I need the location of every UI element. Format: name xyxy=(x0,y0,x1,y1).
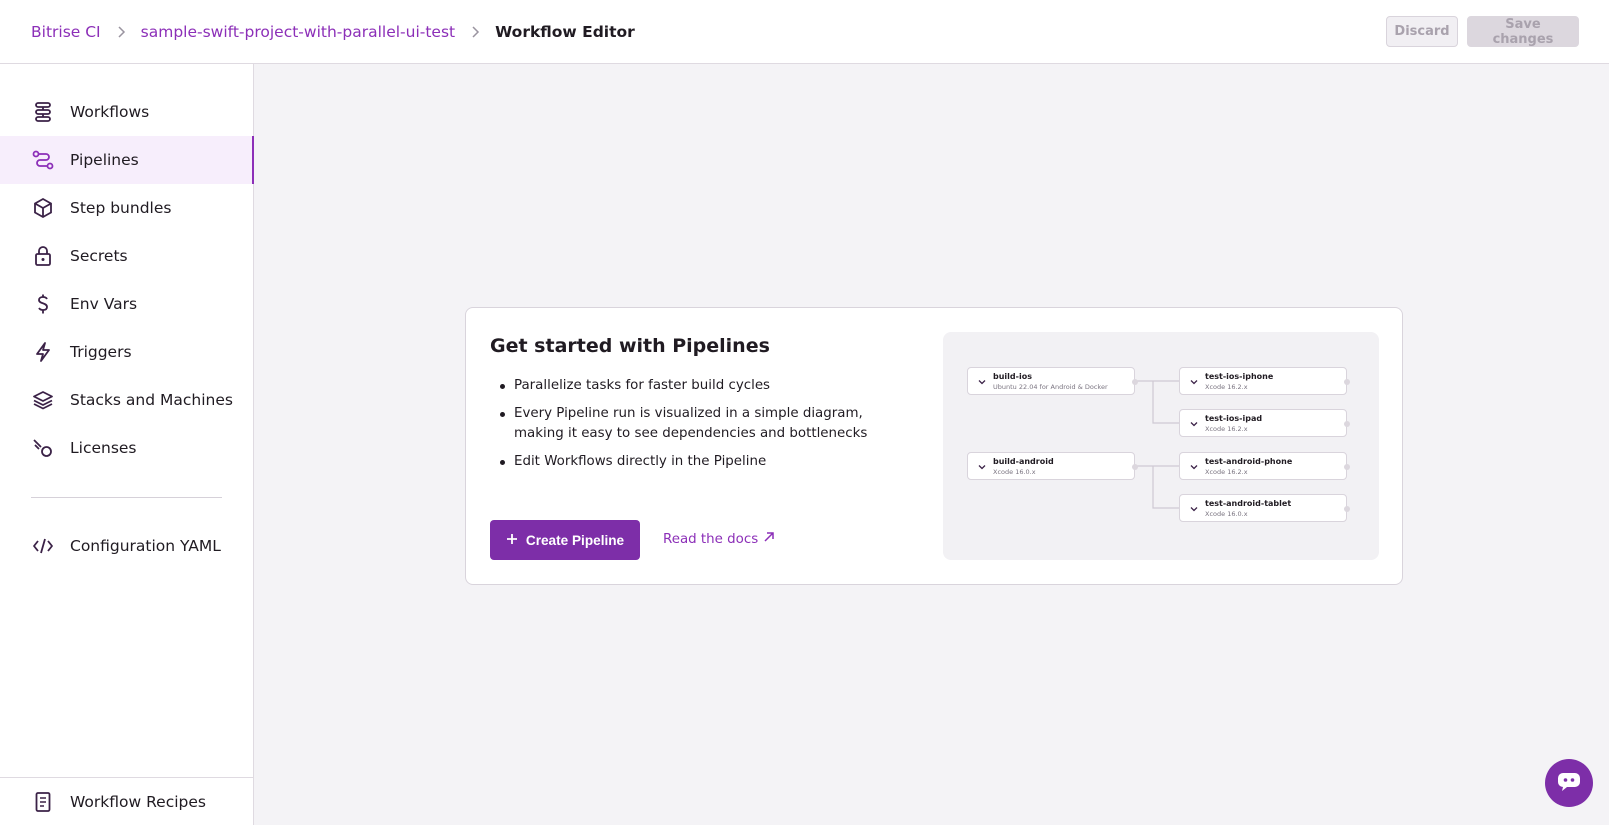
diagram-node: test-android-phone Xcode 16.2.x xyxy=(1179,452,1350,480)
sidebar-item-label: Pipelines xyxy=(70,151,139,169)
node-title: test-ios-iphone xyxy=(1205,372,1274,381)
chevron-down-icon xyxy=(1190,380,1198,385)
list-item: Parallelize tasks for faster build cycle… xyxy=(490,376,910,396)
breadcrumb-current-page: Workflow Editor xyxy=(495,22,635,41)
step-bundle-icon xyxy=(31,196,55,220)
node-port xyxy=(1344,379,1350,385)
card-title: Get started with Pipelines xyxy=(490,335,770,357)
node-title: test-android-tablet xyxy=(1205,499,1292,508)
sidebar-item-label: Secrets xyxy=(70,247,128,265)
sidebar-item-label: Workflows xyxy=(70,103,150,121)
chevron-down-icon xyxy=(1190,507,1198,512)
node-subtitle: Xcode 16.0.x xyxy=(1205,510,1248,518)
sidebar-item-label: Stacks and Machines xyxy=(70,391,233,409)
sidebar-item-configuration-yaml[interactable]: Configuration YAML xyxy=(0,522,253,570)
node-port xyxy=(1344,506,1350,512)
pipelines-icon xyxy=(31,148,55,172)
top-header: Bitrise CI sample-swift-project-with-par… xyxy=(0,0,1609,64)
discard-button[interactable]: Discard xyxy=(1386,16,1458,47)
node-subtitle: Xcode 16.2.x xyxy=(1205,468,1248,476)
breadcrumb-bitrise-ci[interactable]: Bitrise CI xyxy=(31,23,101,41)
node-title: test-android-phone xyxy=(1205,457,1293,466)
lock-icon xyxy=(31,244,55,268)
sidebar-item-label: Env Vars xyxy=(70,295,138,313)
node-subtitle: Xcode 16.2.x xyxy=(1205,383,1248,391)
diagram-node: build-android Xcode 16.0.x xyxy=(967,452,1138,480)
workflows-icon xyxy=(31,100,55,124)
sidebar-divider xyxy=(31,497,222,498)
node-port xyxy=(1344,421,1350,427)
node-title: build-ios xyxy=(993,372,1032,381)
diagram-node: test-ios-ipad Xcode 16.2.x xyxy=(1179,409,1350,437)
chevron-right-icon xyxy=(455,22,495,42)
sidebar-item-pipelines[interactable]: Pipelines xyxy=(0,136,254,184)
sidebar: Workflows Pipelines Step bundles Secrets… xyxy=(0,64,254,825)
diagram-node: test-ios-iphone Xcode 16.2.x xyxy=(1179,367,1350,395)
chevron-right-icon xyxy=(101,22,141,42)
document-icon xyxy=(31,790,55,814)
node-subtitle: Xcode 16.2.x xyxy=(1205,425,1248,433)
stack-icon xyxy=(31,388,55,412)
chevron-down-icon xyxy=(1190,422,1198,427)
node-subtitle: Ubuntu 22.04 for Android & Docker xyxy=(993,383,1108,391)
sidebar-item-stacks-and-machines[interactable]: Stacks and Machines xyxy=(0,376,253,424)
node-title: test-ios-ipad xyxy=(1205,414,1263,423)
node-title: build-android xyxy=(993,457,1054,466)
sidebar-item-label: Triggers xyxy=(70,343,132,361)
plus-icon xyxy=(506,533,518,548)
sidebar-item-label: Configuration YAML xyxy=(70,537,221,555)
diagram-node: build-ios Ubuntu 22.04 for Android & Doc… xyxy=(967,367,1138,395)
sidebar-item-licenses[interactable]: Licenses xyxy=(0,424,253,472)
chat-bot-icon xyxy=(1556,770,1582,796)
sidebar-item-step-bundles[interactable]: Step bundles xyxy=(0,184,253,232)
external-link-icon xyxy=(763,531,775,547)
list-item: Every Pipeline run is visualized in a si… xyxy=(490,404,910,444)
license-icon xyxy=(31,436,55,460)
read-the-docs-label: Read the docs xyxy=(663,531,759,547)
sidebar-item-workflows[interactable]: Workflows xyxy=(0,88,253,136)
sidebar-item-env-vars[interactable]: Env Vars xyxy=(0,280,253,328)
save-changes-button[interactable]: Save changes xyxy=(1467,16,1579,47)
dollar-icon xyxy=(31,292,55,316)
chevron-down-icon xyxy=(978,380,986,385)
breadcrumb-project[interactable]: sample-swift-project-with-parallel-ui-te… xyxy=(141,23,455,41)
pipeline-diagram-illustration: build-ios Ubuntu 22.04 for Android & Doc… xyxy=(943,332,1379,560)
create-pipeline-button[interactable]: Create Pipeline xyxy=(490,520,640,560)
code-icon xyxy=(31,534,55,558)
sidebar-item-label: Step bundles xyxy=(70,199,172,217)
node-port xyxy=(1344,464,1350,470)
sidebar-item-label: Workflow Recipes xyxy=(70,792,206,811)
header-actions: Discard Save changes xyxy=(1386,16,1579,47)
read-the-docs-link[interactable]: Read the docs xyxy=(663,531,775,547)
chevron-down-icon xyxy=(1190,465,1198,470)
list-item: Edit Workflows directly in the Pipeline xyxy=(490,452,910,472)
chat-support-button[interactable] xyxy=(1545,759,1593,807)
node-port xyxy=(1132,464,1138,470)
get-started-card: Get started with Pipelines Parallelize t… xyxy=(465,307,1403,585)
node-subtitle: Xcode 16.0.x xyxy=(993,468,1036,476)
diagram-node: test-android-tablet Xcode 16.0.x xyxy=(1179,494,1350,522)
node-port xyxy=(1132,379,1138,385)
feature-list: Parallelize tasks for faster build cycle… xyxy=(490,376,910,480)
sidebar-item-workflow-recipes[interactable]: Workflow Recipes xyxy=(0,777,253,825)
sidebar-item-label: Licenses xyxy=(70,439,137,457)
chevron-down-icon xyxy=(978,465,986,470)
create-pipeline-label: Create Pipeline xyxy=(525,532,625,548)
sidebar-item-secrets[interactable]: Secrets xyxy=(0,232,253,280)
sidebar-item-triggers[interactable]: Triggers xyxy=(0,328,253,376)
lightning-icon xyxy=(31,340,55,364)
